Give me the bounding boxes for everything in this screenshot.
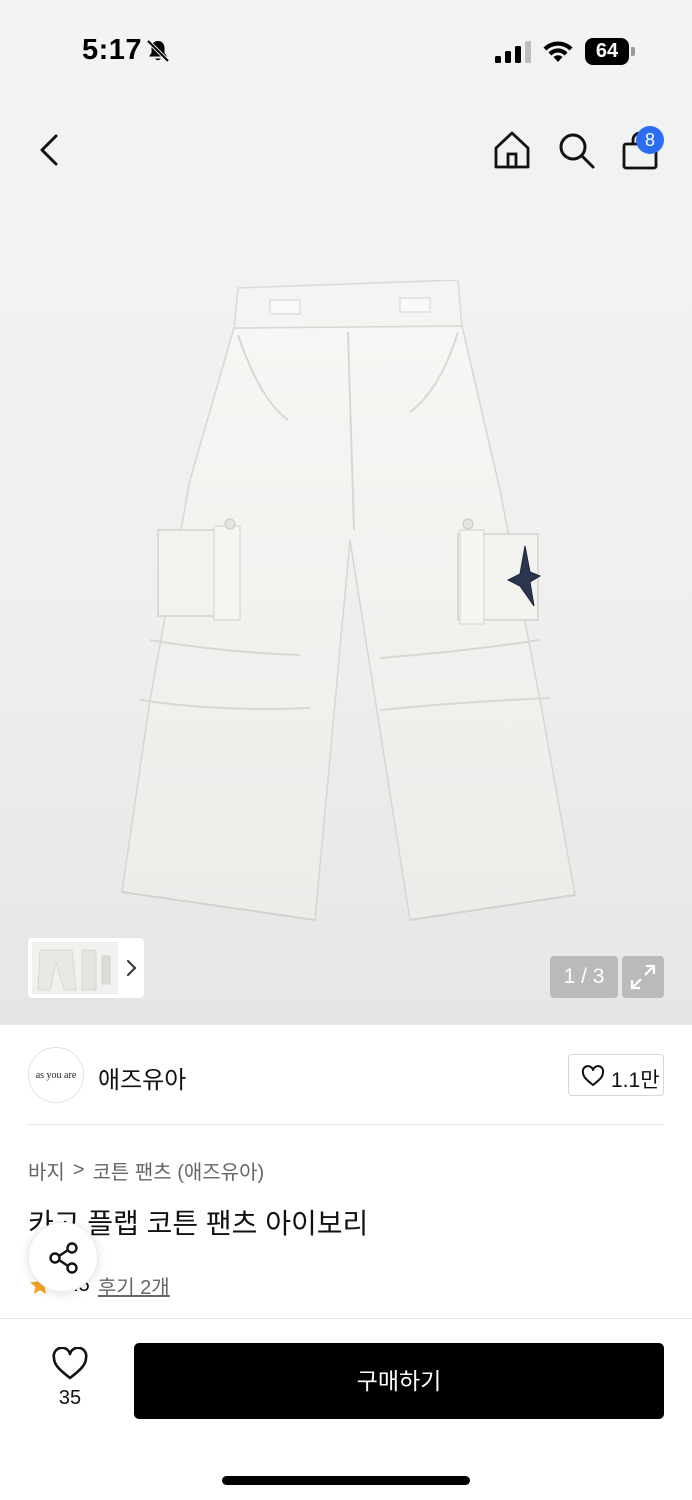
wishlist-button[interactable]: 35 bbox=[34, 1345, 106, 1415]
chevron-right-icon bbox=[127, 960, 137, 976]
search-icon[interactable] bbox=[554, 128, 598, 172]
status-bar: 5:17 64 bbox=[0, 0, 692, 100]
divider bbox=[28, 1124, 664, 1125]
home-indicator bbox=[222, 1476, 470, 1485]
brand-like-count: 1.1만 bbox=[611, 1069, 660, 1092]
buy-button[interactable]: 구매하기 bbox=[134, 1343, 664, 1419]
battery-indicator: 64 bbox=[585, 38, 635, 65]
signal-icon bbox=[495, 41, 531, 63]
breadcrumb-separator: > bbox=[72, 1158, 85, 1181]
thumbnail-image bbox=[32, 942, 118, 994]
review-link[interactable]: 후기 2개 bbox=[98, 1271, 170, 1300]
breadcrumb: 바지 > 코튼 팬츠 (애즈유아) bbox=[28, 1156, 264, 1184]
breadcrumb-subcategory[interactable]: 코튼 팬츠 (애즈유아) bbox=[93, 1156, 265, 1185]
wishlist-count: 35 bbox=[58, 1387, 82, 1409]
heart-icon bbox=[52, 1347, 88, 1380]
battery-level: 64 bbox=[595, 40, 619, 62]
product-gallery[interactable]: 5:17 64 8 1 / 3 bbox=[0, 0, 692, 1025]
brand-like-button[interactable]: 1.1만 bbox=[568, 1054, 664, 1096]
share-icon bbox=[49, 1242, 78, 1274]
share-button[interactable] bbox=[28, 1222, 98, 1292]
mute-bell-icon bbox=[146, 39, 170, 63]
gallery-page-indicator: 1 / 3 bbox=[550, 956, 618, 998]
wifi-icon bbox=[543, 41, 573, 62]
brand-row: as you are 애즈유아 1.1만 bbox=[28, 1046, 664, 1106]
cart-count-badge: 8 bbox=[636, 126, 664, 154]
expand-button[interactable] bbox=[622, 956, 664, 998]
thumbnail-button[interactable] bbox=[28, 938, 144, 998]
back-arrow-icon[interactable] bbox=[30, 130, 70, 170]
breadcrumb-category[interactable]: 바지 bbox=[28, 1156, 65, 1185]
heart-icon bbox=[581, 1065, 605, 1086]
brand-name[interactable]: 애즈유아 bbox=[98, 1060, 186, 1095]
status-time: 5:17 bbox=[82, 34, 143, 66]
home-icon[interactable] bbox=[490, 128, 534, 172]
product-image[interactable] bbox=[110, 280, 580, 930]
brand-logo[interactable]: as you are bbox=[28, 1047, 84, 1103]
bottom-action-bar: 35 구매하기 bbox=[0, 1318, 692, 1500]
top-navigation bbox=[0, 110, 692, 190]
expand-icon bbox=[630, 964, 656, 990]
